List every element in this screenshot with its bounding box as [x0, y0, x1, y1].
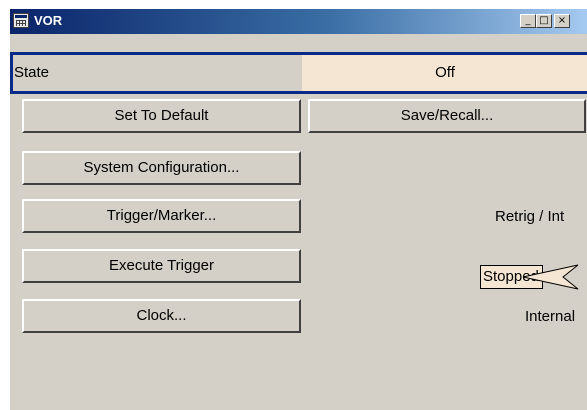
clock-source-value: Internal [525, 308, 576, 325]
save-recall-button[interactable]: Save/Recall... [308, 99, 586, 133]
state-toggle[interactable]: Off [302, 55, 587, 91]
trigger-mode-value: Retrig / Int [495, 208, 565, 225]
trigger-status-arrow-icon [523, 264, 579, 290]
app-window-icon [13, 13, 29, 28]
maximize-icon: □ [539, 15, 549, 26]
maximize-button[interactable]: □ [536, 14, 552, 28]
state-row: State Off [10, 52, 587, 94]
vor-window: VOR _ □ × State Off Set To Default Save/… [9, 8, 587, 410]
trigger-marker-button[interactable]: Trigger/Marker... [22, 199, 301, 233]
window-title: VOR [34, 13, 63, 28]
set-to-default-button[interactable]: Set To Default [22, 99, 301, 133]
system-configuration-button[interactable]: System Configuration... [22, 151, 301, 185]
title-bar[interactable]: VOR _ □ × [10, 9, 587, 34]
close-icon: × [557, 15, 567, 26]
execute-trigger-button[interactable]: Execute Trigger [22, 249, 301, 283]
state-label: State [14, 64, 50, 81]
clock-button[interactable]: Clock... [22, 299, 301, 333]
minimize-icon: _ [525, 15, 531, 26]
minimize-button[interactable]: _ [520, 14, 536, 28]
close-button[interactable]: × [554, 14, 570, 28]
